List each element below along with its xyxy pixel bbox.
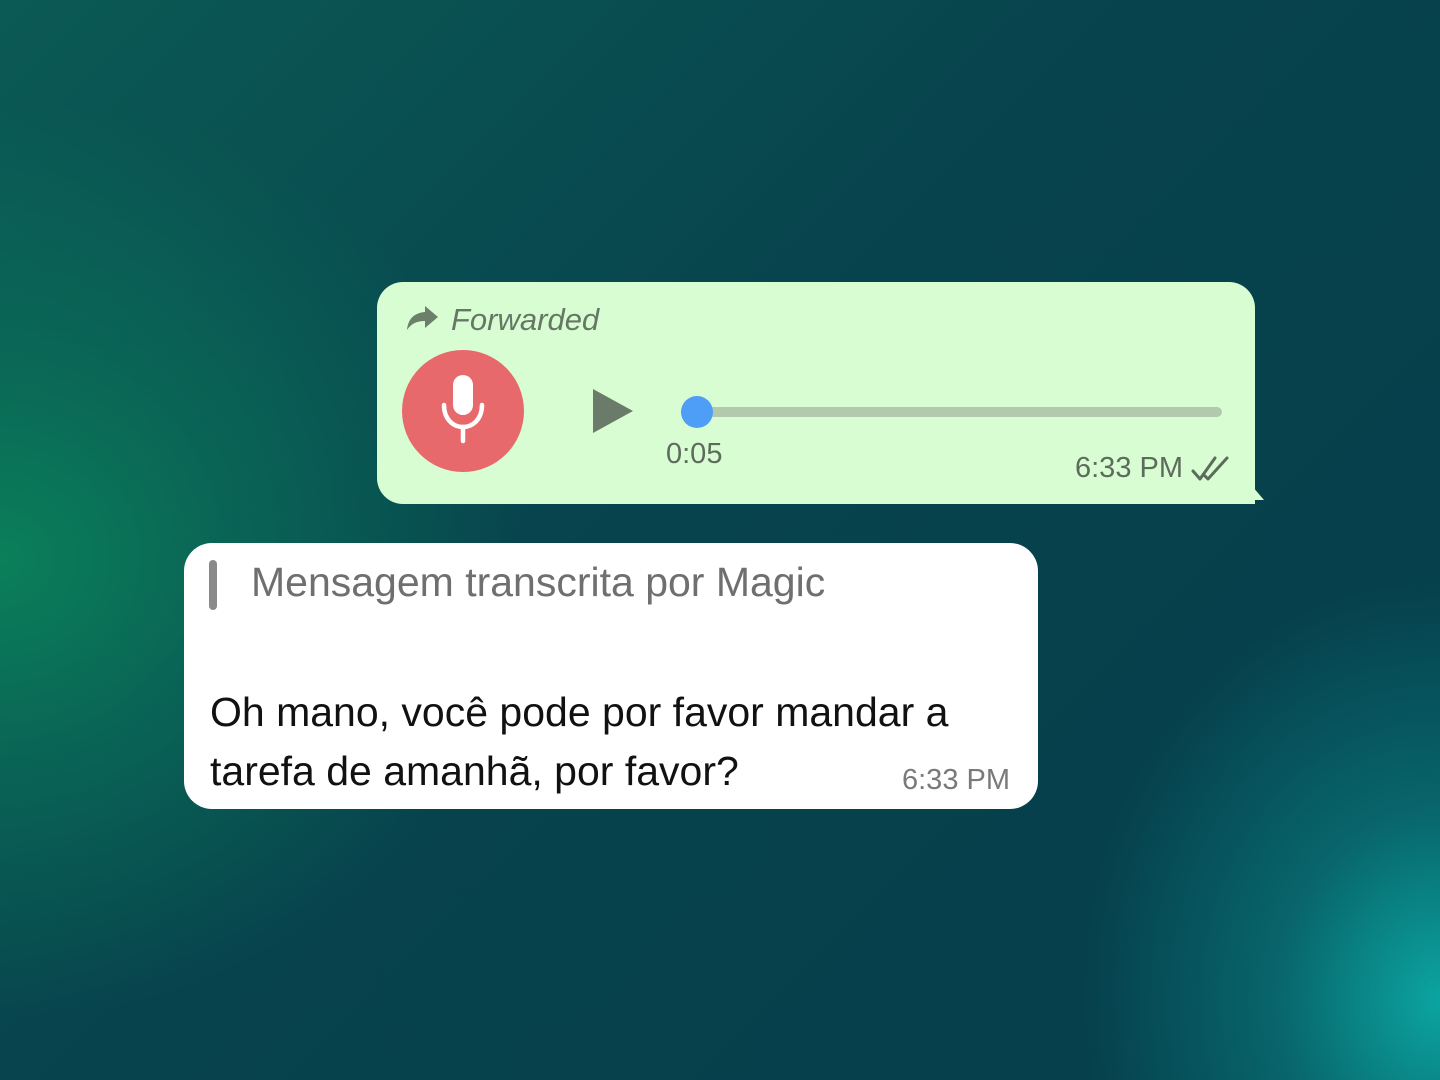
double-check-icon [1191,454,1231,484]
transcription-message-bubble[interactable]: Mensagem transcrita por Magic Oh mano, v… [184,543,1038,809]
forwarded-label: Forwarded [451,302,600,337]
message-line: Oh mano, você pode por favor mandar a [210,689,949,735]
quote-header: Mensagem transcrita por Magic [251,559,826,605]
transcription-timestamp: 6:33 PM [902,764,1010,796]
forward-arrow-icon [405,304,439,337]
forwarded-indicator: Forwarded [405,302,599,338]
message-text: Oh mano, você pode por favor mandar a ta… [210,683,1010,801]
voice-avatar [402,350,524,472]
play-button[interactable] [590,386,636,436]
message-line: tarefa de amanhã, por favor? [210,748,739,794]
voice-message-meta: 6:33 PM [1075,452,1231,485]
audio-progress-track[interactable] [681,396,1222,428]
play-icon [590,389,636,440]
quote-bar [209,560,217,610]
voice-message-bubble[interactable]: Forwarded 0:05 6:33 PM [377,282,1264,504]
microphone-icon [439,373,487,450]
voice-message-timestamp: 6:33 PM [1075,452,1183,484]
audio-duration: 0:05 [666,438,723,470]
audio-progress-knob[interactable] [681,396,714,428]
bubble-tail [1242,482,1264,500]
